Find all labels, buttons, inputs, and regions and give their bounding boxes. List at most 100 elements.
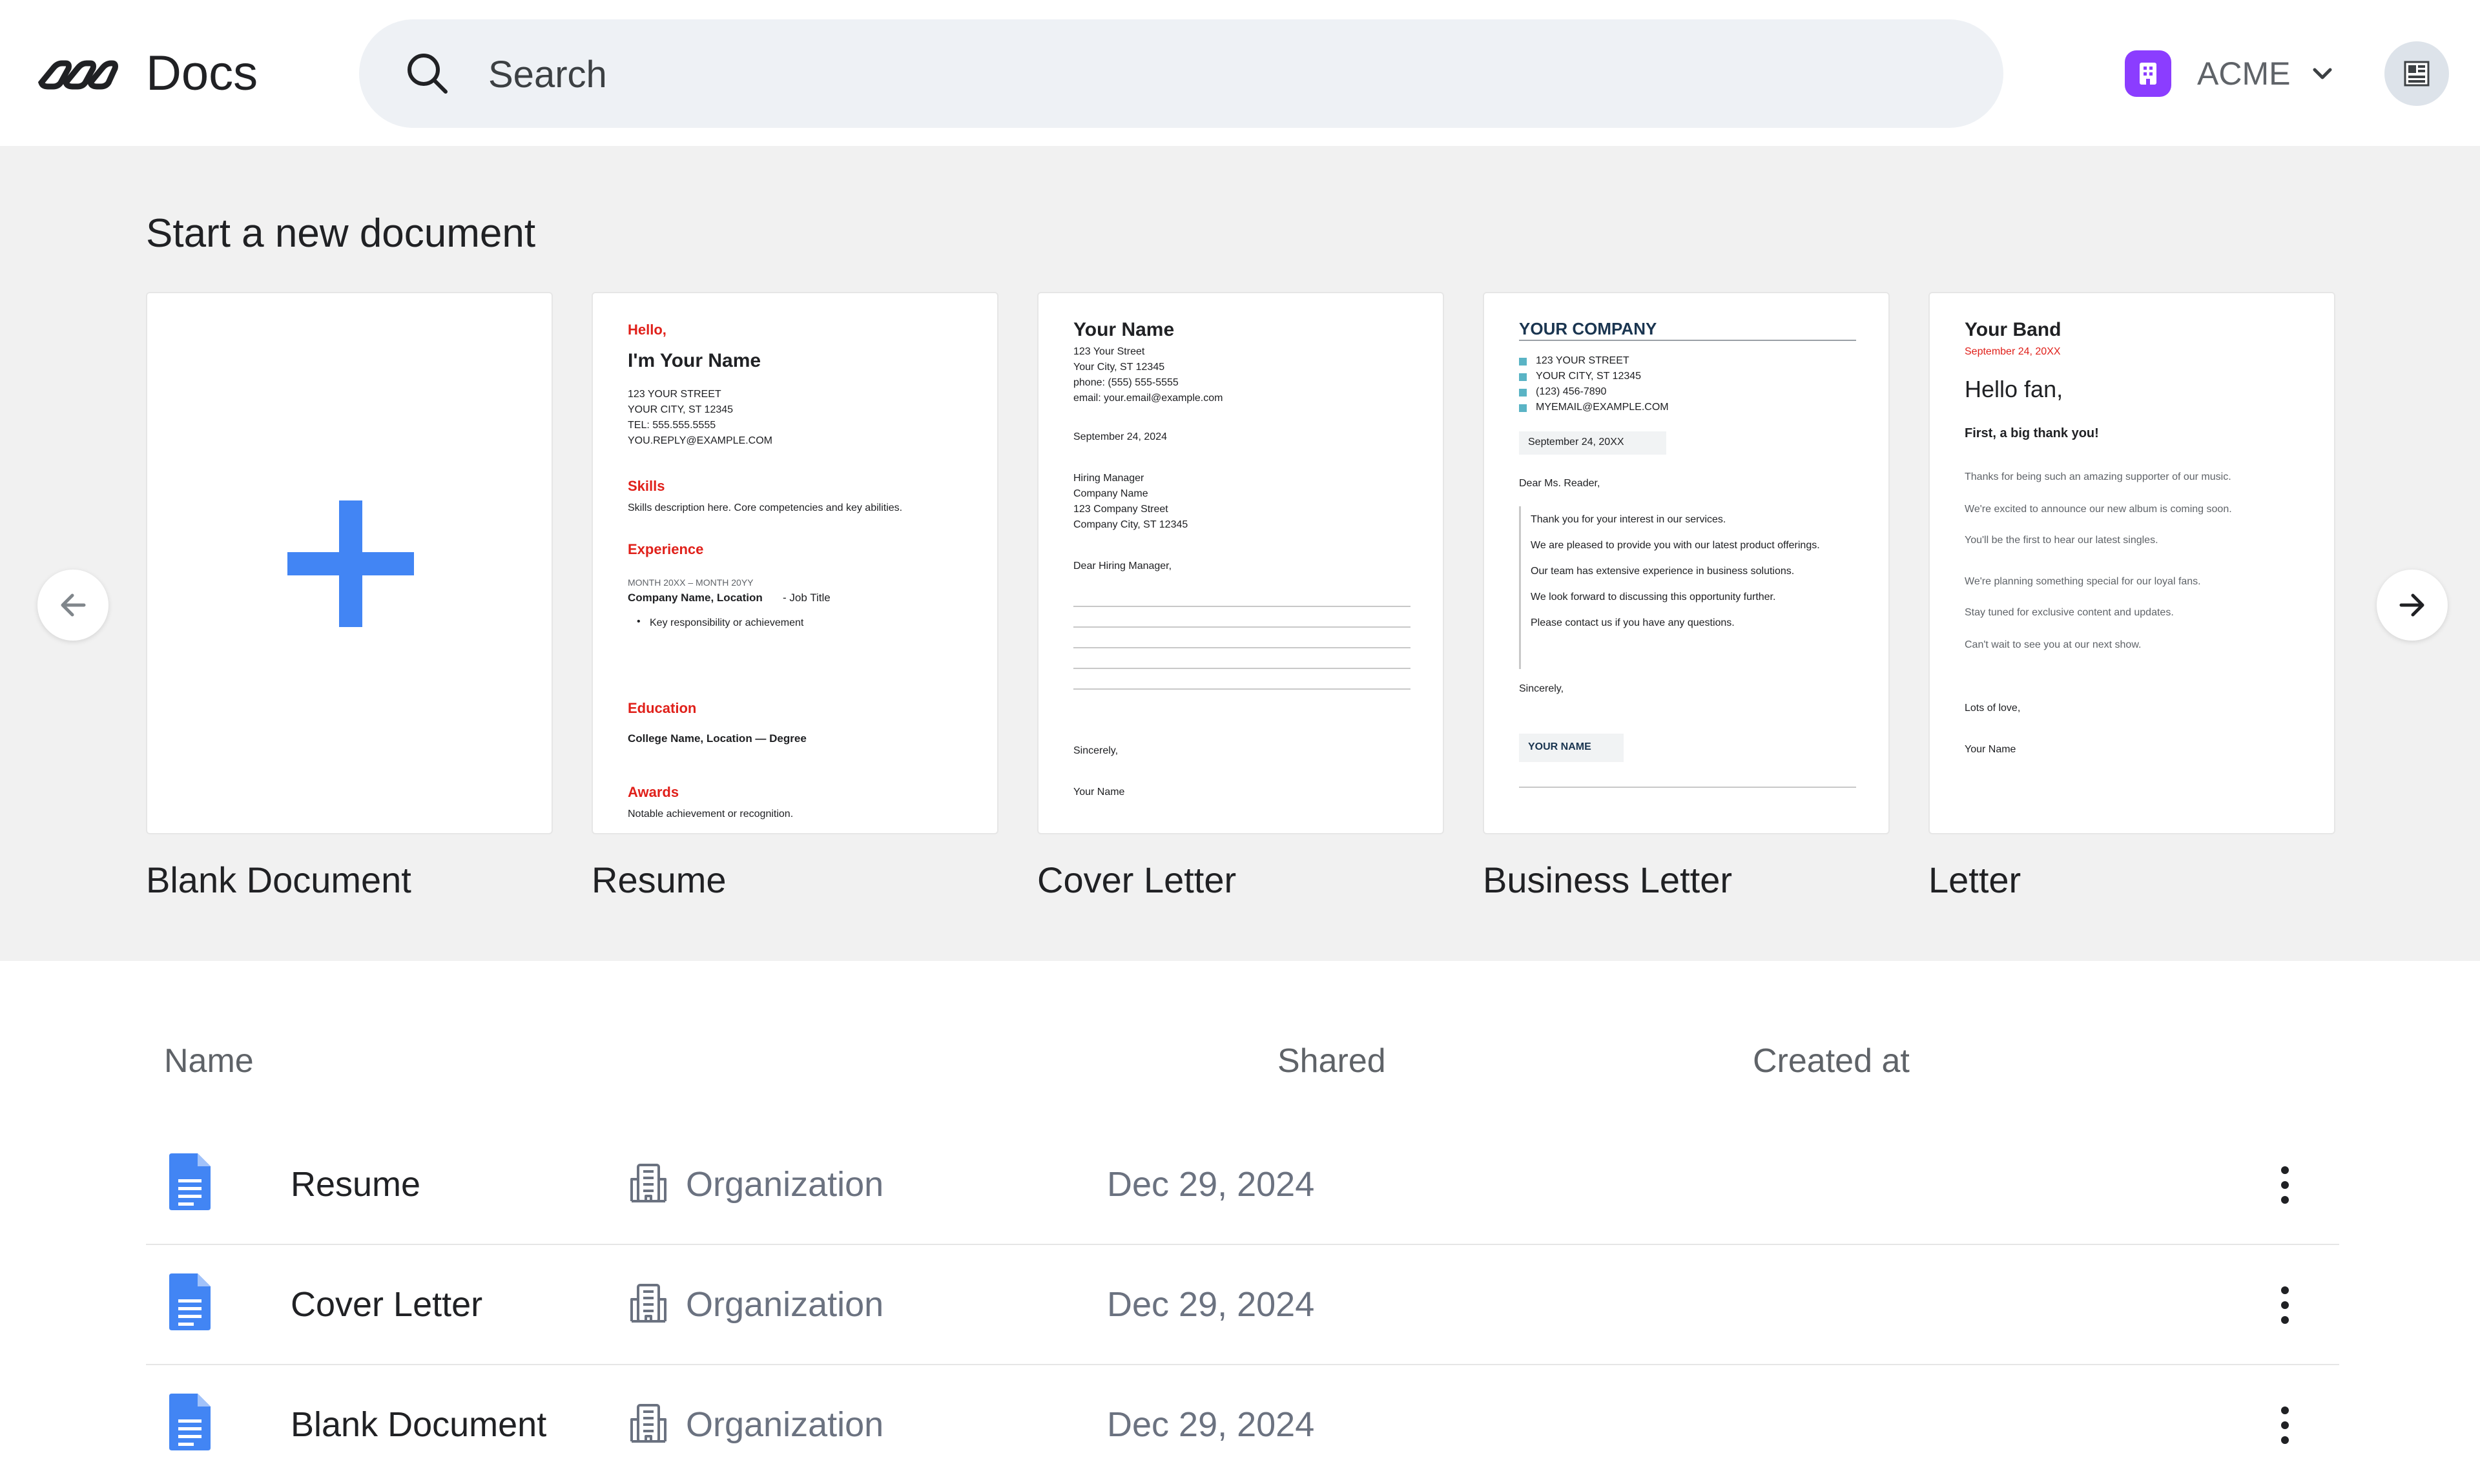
preview-line xyxy=(1519,787,1856,788)
column-header-created[interactable]: Created at xyxy=(1753,1040,1910,1082)
column-header-name[interactable]: Name xyxy=(164,1040,254,1082)
preview-text: phone: (555) 555-5555 xyxy=(1073,377,1179,388)
preview-text: Can't wait to see you at our next show. xyxy=(1965,639,2142,650)
preview-text: Your Name xyxy=(1073,319,1175,340)
preview-text: I'm Your Name xyxy=(628,350,761,371)
org-badge xyxy=(2125,50,2171,97)
preview-bullet xyxy=(1519,389,1527,397)
business-letter-preview: YOUR COMPANY 123 YOUR STREET YOUR CITY, … xyxy=(1519,293,1881,833)
preview-text: Company City, ST 12345 xyxy=(1073,519,1188,530)
preview-text: Company Name xyxy=(1073,488,1148,499)
template-thumbnail[interactable]: Your Name 123 Your Street Your City, ST … xyxy=(1037,292,1444,834)
preview-text: September 24, 20XX xyxy=(1528,437,1624,448)
preview-line xyxy=(1073,647,1410,648)
preview-text: Notable achievement or recognition. xyxy=(628,809,794,819)
template-thumbnail[interactable]: Your Band September 24, 20XX Hello fan, … xyxy=(1928,292,2335,834)
table-row[interactable]: Blank Document Organization Dec 29, 2024 xyxy=(146,1364,2339,1484)
created-date: Dec 29, 2024 xyxy=(1107,1285,1315,1324)
table-row[interactable]: Resume Organization Dec 29, 2024 xyxy=(146,1124,2339,1245)
preview-text: Your City, ST 12345 xyxy=(1073,362,1165,373)
preview-text: You'll be the first to hear our latest s… xyxy=(1965,535,2158,546)
documents-list: Name Shared Created at Resume Organizati… xyxy=(146,961,2339,1450)
shared-scope: Organization xyxy=(686,1285,884,1324)
search-input[interactable] xyxy=(487,41,1962,107)
template-label: Business Letter xyxy=(1483,860,1732,900)
preview-line xyxy=(1519,506,1521,669)
preview-text: We look forward to discussing this oppor… xyxy=(1531,592,1776,603)
avatar[interactable] xyxy=(2384,41,2449,106)
preview-text: Key responsibility or achievement xyxy=(650,617,804,628)
template-resume[interactable]: Hello, I'm Your Name 123 YOUR STREET YOU… xyxy=(592,292,1000,903)
preview-text: 123 Company Street xyxy=(1073,504,1168,515)
preview-line xyxy=(1073,668,1410,669)
template-label: Resume xyxy=(592,860,727,900)
search-bar[interactable] xyxy=(359,19,2003,128)
document-icon xyxy=(169,1273,211,1330)
preview-text: YOUR CITY, ST 12345 xyxy=(1536,371,1642,382)
more-vertical-icon[interactable] xyxy=(2272,1283,2298,1328)
template-business-letter[interactable]: YOUR COMPANY 123 YOUR STREET YOUR CITY, … xyxy=(1483,292,1891,903)
carousel-next-button[interactable] xyxy=(2377,570,2448,641)
org-name: ACME xyxy=(2197,56,2291,92)
top-header: Docs ACME xyxy=(0,0,2480,146)
template-thumbnail[interactable] xyxy=(146,292,553,834)
document-icon xyxy=(169,1394,211,1450)
preview-text: Dear Hiring Manager, xyxy=(1073,561,1172,572)
template-cover-letter[interactable]: Your Name 123 Your Street Your City, ST … xyxy=(1037,292,1445,903)
preview-text: College Name, Location — Degree xyxy=(628,732,807,745)
arrow-right-icon xyxy=(2399,593,2424,617)
preview-text: 123 YOUR STREET xyxy=(1536,355,1629,366)
template-letter[interactable]: Your Band September 24, 20XX Hello fan, … xyxy=(1928,292,2337,903)
table-row[interactable]: Cover Letter Organization Dec 29, 2024 xyxy=(146,1244,2339,1365)
file-name[interactable]: Cover Letter xyxy=(291,1283,482,1326)
org-switcher[interactable]: ACME xyxy=(2125,49,2344,98)
preview-text: Your Band xyxy=(1965,319,2062,340)
preview-text: Awards xyxy=(628,784,679,800)
preview-text: MYEMAIL@EXAMPLE.COM xyxy=(1536,402,1669,413)
created-date: Dec 29, 2024 xyxy=(1107,1405,1315,1444)
preview-bullet xyxy=(1519,358,1527,366)
preview-line xyxy=(1073,626,1410,628)
preview-text: September 24, 2024 xyxy=(1073,431,1167,442)
organization-icon xyxy=(630,1404,666,1443)
search-icon xyxy=(408,54,448,94)
preview-text: September 24, 20XX xyxy=(1965,346,2061,357)
preview-text: Hello fan, xyxy=(1965,376,2063,402)
app-title[interactable]: Docs xyxy=(146,43,258,105)
preview-bullet: • xyxy=(637,616,641,627)
column-header-shared[interactable]: Shared xyxy=(1277,1040,1386,1082)
chevron-down-icon xyxy=(2313,68,2332,79)
preview-text: TEL: 555.555.5555 xyxy=(628,420,716,431)
preview-line xyxy=(1073,606,1410,607)
preview-text: Your Name xyxy=(1073,787,1125,798)
file-name[interactable]: Blank Document xyxy=(291,1403,546,1447)
template-blank[interactable]: Blank Document xyxy=(146,292,554,903)
organization-icon xyxy=(630,1164,666,1202)
arrow-left-icon xyxy=(61,593,86,617)
preview-text: Your Name xyxy=(1965,744,2016,755)
more-vertical-icon[interactable] xyxy=(2272,1403,2298,1448)
templates-section: Start a new document Blank Document Hell… xyxy=(0,146,2480,961)
preview-text: (123) 456-7890 xyxy=(1536,386,1607,397)
preview-text: YOU.REPLY@EXAMPLE.COM xyxy=(628,435,772,446)
file-name[interactable]: Resume xyxy=(291,1162,420,1206)
template-thumbnail[interactable]: Hello, I'm Your Name 123 YOUR STREET YOU… xyxy=(592,292,998,834)
document-icon xyxy=(169,1153,211,1210)
preview-text: Our team has extensive experience in bus… xyxy=(1531,566,1795,577)
more-vertical-icon[interactable] xyxy=(2272,1162,2298,1208)
template-label: Cover Letter xyxy=(1037,860,1237,900)
preview-text: We're planning something special for our… xyxy=(1965,576,2201,587)
preview-text: email: your.email@example.com xyxy=(1073,393,1223,404)
preview-text: First, a big thank you! xyxy=(1965,426,2099,440)
template-thumbnail[interactable]: YOUR COMPANY 123 YOUR STREET YOUR CITY, … xyxy=(1483,292,1890,834)
preview-text: 123 YOUR STREET xyxy=(628,389,721,400)
avatar-icon xyxy=(2404,61,2430,87)
logo-icon[interactable] xyxy=(36,54,119,96)
preview-text: Thank you for your interest in our servi… xyxy=(1531,514,1726,525)
preview-text: 123 Your Street xyxy=(1073,346,1145,357)
preview-text: Sincerely, xyxy=(1073,745,1119,756)
preview-text: Sincerely, xyxy=(1519,683,1564,694)
template-label: Letter xyxy=(1928,860,2021,900)
letter-preview: Your Band September 24, 20XX Hello fan, … xyxy=(1965,293,2326,833)
carousel-prev-button[interactable] xyxy=(37,570,108,641)
